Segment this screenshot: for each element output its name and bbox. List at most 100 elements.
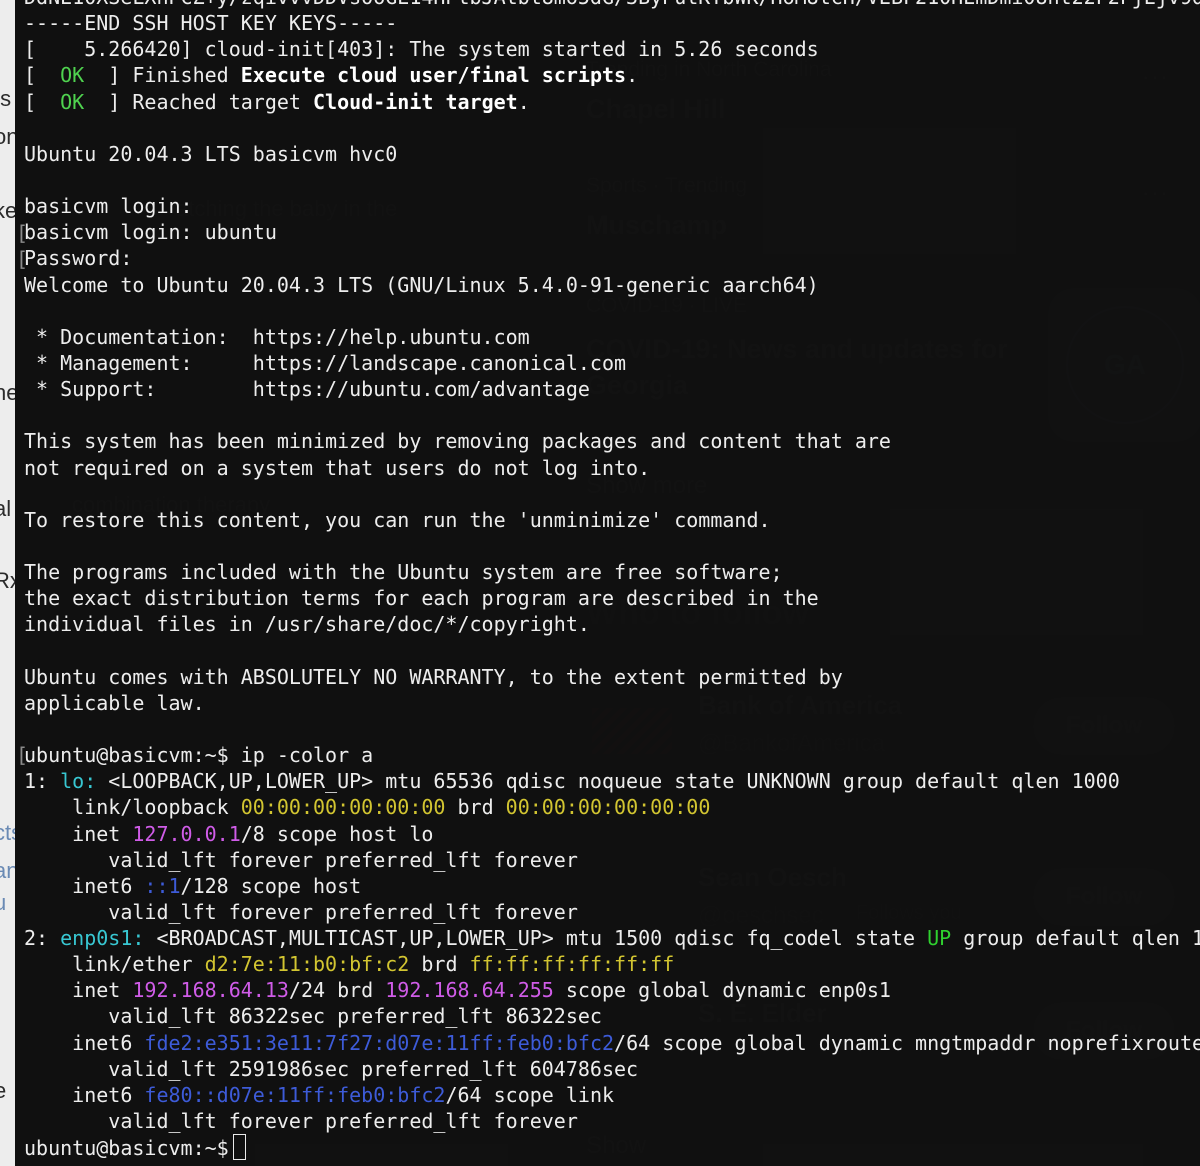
terminal-line: -----END SSH HOST KEY KEYS----- bbox=[24, 10, 1200, 36]
terminal-line: To restore this content, you can run the… bbox=[24, 507, 1200, 533]
terminal-text-segment: scope global dynamic enp0s1 bbox=[553, 978, 891, 1003]
terminal-text-segment: . bbox=[517, 89, 530, 114]
terminal-line: * Documentation: https://help.ubuntu.com bbox=[24, 324, 1200, 350]
terminal-text-segment: <LOOPBACK,UP,LOWER_UP> mtu 65536 qdisc n… bbox=[96, 769, 1120, 794]
terminal-line: * Support: https://ubuntu.com/advantage bbox=[24, 376, 1200, 402]
terminal-line: valid_lft forever preferred_lft forever bbox=[24, 847, 1200, 873]
background-text-fragment: ong) bbox=[0, 124, 15, 149]
terminal-line: Ubuntu comes with ABSOLUTELY NO WARRANTY… bbox=[24, 664, 1200, 690]
terminal-line: valid_lft forever preferred_lft forever bbox=[24, 899, 1200, 925]
terminal-text-segment: ff:ff:ff:ff:ff:ff bbox=[469, 952, 675, 977]
terminal-text-segment: * Management: https://landscape.canonica… bbox=[24, 350, 627, 375]
background-text-fragment: and bbox=[0, 858, 15, 883]
terminal-line: inet 192.168.64.13/24 brd 192.168.64.255… bbox=[24, 977, 1200, 1003]
terminal-text-segment: valid_lft 2591986sec preferred_lft 60478… bbox=[24, 1056, 639, 1081]
terminal-text-segment: basicvm login: ubuntu bbox=[24, 220, 277, 245]
terminal-line: basicvm login: bbox=[24, 193, 1200, 219]
terminal-text-segment: ubuntu@basicvm:~$ bbox=[24, 1136, 229, 1161]
terminal-line: 1: lo: <LOOPBACK,UP,LOWER_UP> mtu 65536 … bbox=[24, 768, 1200, 794]
terminal-text-segment: To restore this content, you can run the… bbox=[24, 507, 771, 532]
terminal-text-segment: /128 scope host bbox=[180, 873, 362, 898]
terminal-line: ubuntu@basicvm:~$ ip -color a bbox=[24, 742, 1200, 768]
terminal-line: [ OK ] Reached target Cloud-init target. bbox=[24, 89, 1200, 115]
background-text-fragment: u bbox=[0, 890, 7, 915]
terminal-window[interactable]: DdNE10XSeLXhPCZ+y/zqivvvDDVsOoGE14HPtbJA… bbox=[15, 0, 1200, 1166]
terminal-text-segment: applicable law. bbox=[24, 690, 205, 715]
terminal-line: This system has been minimized by removi… bbox=[24, 428, 1200, 454]
terminal-text-segment: 127.0.0.1 bbox=[132, 821, 241, 846]
terminal-line: link/loopback 00:00:00:00:00:00 brd 00:0… bbox=[24, 794, 1200, 820]
terminal-text-segment: inet bbox=[24, 821, 133, 846]
terminal-text-segment: ubuntu@basicvm:~$ ip -color a bbox=[24, 743, 374, 768]
terminal-line: link/ether d2:7e:11:b0:bf:c2 brd ff:ff:f… bbox=[24, 951, 1200, 977]
terminal-text-segment: valid_lft forever preferred_lft forever bbox=[24, 1109, 578, 1134]
terminal-line: Welcome to Ubuntu 20.04.3 LTS (GNU/Linux… bbox=[24, 272, 1200, 298]
terminal-text-segment: individual files in /usr/share/doc/*/cop… bbox=[24, 612, 590, 637]
terminal-line: Password: bbox=[24, 245, 1200, 271]
terminal-text-segment: 192.168.64.255 bbox=[385, 978, 554, 1003]
background-text-fragment: e bbox=[0, 1078, 7, 1103]
terminal-text-segment: brd bbox=[409, 952, 470, 977]
background-window-edge: ts ong) ke ne al Rx cts of and u e bbox=[0, 0, 15, 1166]
background-text-fragment: ke bbox=[0, 198, 15, 223]
terminal-text-segment: /8 scope host lo bbox=[240, 821, 434, 846]
terminal-text-segment: valid_lft forever preferred_lft forever bbox=[24, 847, 578, 872]
terminal-text-segment: [ bbox=[24, 63, 61, 88]
background-text-fragment: ne bbox=[0, 380, 15, 405]
terminal-text-segment: inet6 bbox=[24, 873, 145, 898]
terminal-text-segment: <BROADCAST,MULTICAST,UP,LOWER_UP> mtu 15… bbox=[144, 926, 928, 951]
terminal-line: valid_lft 86322sec preferred_lft 86322se… bbox=[24, 1003, 1200, 1029]
terminal-line: valid_lft 2591986sec preferred_lft 60478… bbox=[24, 1056, 1200, 1082]
terminal-text-segment: inet6 bbox=[24, 1030, 145, 1055]
terminal-text-segment: /64 scope global dynamic mngtmpaddr nopr… bbox=[614, 1030, 1200, 1055]
terminal-text-segment: 1: bbox=[24, 769, 61, 794]
terminal-text-segment: 00:00:00:00:00:00 bbox=[505, 795, 711, 820]
terminal-text-segment: d2:7e:11:b0:bf:c2 bbox=[204, 952, 410, 977]
terminal-line: valid_lft forever preferred_lft forever bbox=[24, 1108, 1200, 1134]
terminal-line: basicvm login: ubuntu bbox=[24, 219, 1200, 245]
background-text-fragment: cts of bbox=[0, 820, 15, 845]
terminal-line: [ OK ] Finished Execute cloud user/final… bbox=[24, 62, 1200, 88]
terminal-text-segment: ::1 bbox=[144, 873, 181, 898]
terminal-text-segment: The programs included with the Ubuntu sy… bbox=[24, 560, 783, 585]
selection-bracket: [ bbox=[16, 247, 29, 271]
selection-bracket: [ bbox=[16, 743, 29, 767]
terminal-output[interactable]: DdNE10XSeLXhPCZ+y/zqivvvDDVsOoGE14HPtbJA… bbox=[24, 0, 1200, 1161]
terminal-text-segment: the exact distribution terms for each pr… bbox=[24, 586, 819, 611]
terminal-text-segment: valid_lft 86322sec preferred_lft 86322se… bbox=[24, 1004, 602, 1029]
terminal-text-segment: Ubuntu 20.04.3 LTS basicvm hvc0 bbox=[24, 141, 398, 166]
terminal-line: [ 5.266420] cloud-init[403]: The system … bbox=[24, 36, 1200, 62]
terminal-line: DdNE10XSeLXhPCZ+y/zqivvvDDVsOoGE14HPtbJA… bbox=[24, 0, 1200, 10]
terminal-text-segment: 192.168.64.13 bbox=[132, 978, 289, 1003]
terminal-line: inet 127.0.0.1/8 scope host lo bbox=[24, 821, 1200, 847]
terminal-text-segment: -----END SSH HOST KEY KEYS----- bbox=[24, 11, 398, 36]
terminal-text-segment: DdNE10XSeLXhPCZ+y/zqivvvDDVsOoGE14HPtbJA… bbox=[24, 0, 1200, 9]
terminal-text-segment: 2: bbox=[24, 926, 61, 951]
terminal-text-segment: ] Reached target bbox=[84, 89, 313, 114]
terminal-cursor[interactable] bbox=[232, 1134, 246, 1161]
terminal-text-segment: inet6 bbox=[24, 1082, 145, 1107]
terminal-text-segment: basicvm login: bbox=[24, 194, 193, 219]
terminal-text-segment: Execute cloud user/final scripts bbox=[240, 63, 627, 88]
background-text-fragment: al bbox=[0, 496, 12, 521]
background-text-fragment: Rx bbox=[0, 568, 15, 593]
terminal-text-segment: fde2:e351:3e11:7f27:d07e:11ff:feb0:bfc2 bbox=[144, 1030, 615, 1055]
terminal-line: not required on a system that users do n… bbox=[24, 455, 1200, 481]
terminal-text-segment: link/loopback bbox=[24, 795, 241, 820]
terminal-text-segment: valid_lft forever preferred_lft forever bbox=[24, 899, 578, 924]
terminal-line: * Management: https://landscape.canonica… bbox=[24, 350, 1200, 376]
terminal-text-segment: 00:00:00:00:00:00 bbox=[240, 795, 446, 820]
terminal-text-segment: Ubuntu comes with ABSOLUTELY NO WARRANTY… bbox=[24, 664, 843, 689]
terminal-text-segment: enp0s1: bbox=[60, 926, 145, 951]
terminal-text-segment: /64 scope link bbox=[445, 1082, 615, 1107]
terminal-text-segment: Cloud-init target bbox=[313, 89, 518, 114]
terminal-text-segment: fe80::d07e:11ff:feb0:bfc2 bbox=[144, 1082, 446, 1107]
terminal-text-segment: . bbox=[626, 63, 639, 88]
